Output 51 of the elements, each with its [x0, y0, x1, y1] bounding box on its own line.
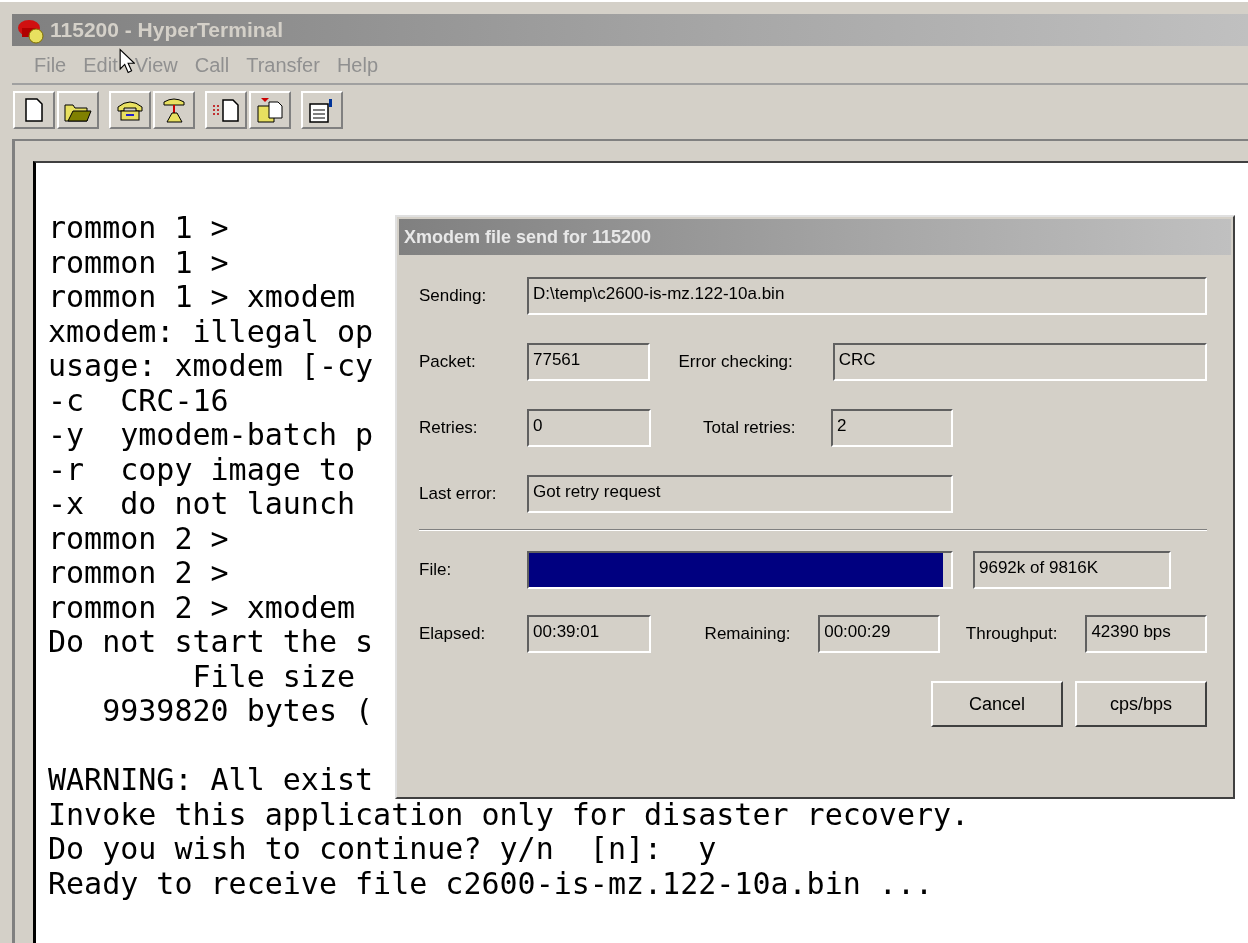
total-retries-field: 2 — [831, 409, 953, 447]
terminal-line: usage: xmodem [-cy — [48, 349, 374, 384]
dialog-button[interactable]: cps/bps — [1075, 681, 1207, 727]
terminal-line: rommon 1 > — [48, 245, 229, 280]
error-checking-field: CRC — [832, 343, 1207, 381]
field-label: File: — [419, 560, 453, 580]
throughput-field: 42390 bps — [1085, 615, 1207, 653]
page-icon — [211, 97, 241, 123]
terminal-line: -r copy image to — [48, 452, 356, 487]
field-label: Packet: — [419, 352, 477, 372]
folder-page-icon — [255, 96, 285, 124]
elapsed-field: 00:39:01 — [527, 615, 651, 653]
field-label: Elapsed: — [419, 624, 487, 644]
open-folder-button[interactable] — [57, 91, 99, 129]
terminal-line: Do not start the s — [48, 625, 374, 660]
terminal-line: rommon 1 > xmodem — [48, 280, 356, 315]
terminal-line: xmodem: illegal op — [48, 314, 374, 349]
mouse-pointer-icon — [119, 48, 135, 74]
terminal-line: Do you wish to continue? y/n [n]: y — [48, 832, 717, 867]
terminal-line: -c CRC-16 — [48, 383, 229, 418]
terminal-line: -x do not launch — [48, 487, 356, 522]
field-label: Retries: — [419, 418, 479, 438]
file-size-field: 9692k of 9816K — [973, 551, 1171, 589]
terminal-line: 9939820 bytes ( — [101, 694, 374, 729]
terminal-line: Ready to receive file c2600-is-mz.122-10a.bin ... — [48, 866, 933, 901]
last-error-field: Got retry request — [527, 475, 953, 513]
terminal-line: rommon 2 > xmodem — [48, 590, 356, 625]
terminal-line: File size — [191, 659, 356, 694]
terminal-line: rommon 2 > — [48, 556, 229, 591]
terminal-line: WARNING: All exist — [48, 763, 374, 798]
terminal-line: rommon 2 > — [48, 521, 229, 556]
sending-field: D:\temp\c2600-is-mz.122-10a.bin — [527, 277, 1207, 315]
remaining-field: 00:00:29 — [818, 615, 940, 653]
window-title: 115200 - HyperTerminal — [50, 18, 284, 42]
telephone-button[interactable] — [109, 91, 151, 129]
field-label: Last error: — [419, 484, 498, 504]
field-label: Error checking: — [678, 352, 794, 372]
retries-field: 0 — [527, 409, 651, 447]
cancel-button[interactable]: Cancel — [931, 681, 1063, 727]
packet-field: 77561 — [527, 343, 651, 381]
terminal-line: -y ymodem-batch p — [48, 418, 374, 453]
terminal-line: Invoke this application only for disaster recovery. — [48, 797, 970, 832]
dialog-title: Xmodem file send for 115200 — [404, 226, 652, 248]
new-document-button[interactable] — [13, 91, 55, 129]
field-label: Throughput: — [965, 624, 1059, 644]
field-label: Sending: — [419, 286, 488, 306]
properties-button[interactable] — [301, 91, 343, 129]
field-label: Total retries: — [703, 418, 797, 438]
field-label: Remaining: — [704, 624, 792, 644]
blank-page-icon — [23, 97, 45, 123]
terminal-line: rommon 1 > — [48, 211, 229, 246]
